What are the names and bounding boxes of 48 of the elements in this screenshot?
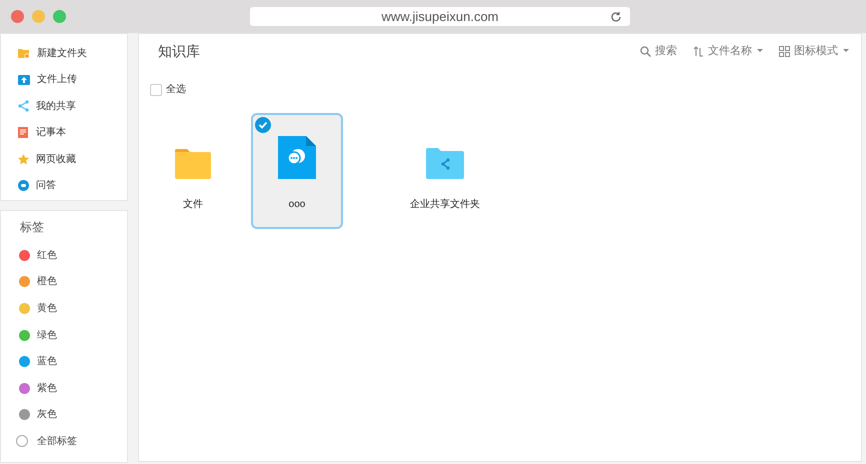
search-button[interactable]: 搜索 xyxy=(640,42,677,60)
url-text: www.jisupeixun.com xyxy=(381,8,499,26)
upload-icon xyxy=(18,74,30,86)
sidebar-item[interactable]: 文件上传 xyxy=(1,66,79,93)
tag-item[interactable]: 橙色 xyxy=(1,268,59,296)
tag-item[interactable]: 紫色 xyxy=(1,374,59,402)
tags-heading: 标签 xyxy=(20,219,44,236)
share-icon xyxy=(18,100,29,112)
folder-plus-icon xyxy=(18,48,30,59)
sort-icon xyxy=(693,46,704,56)
chat-document-icon xyxy=(278,136,316,179)
search-icon xyxy=(640,46,651,56)
shared-folder-icon xyxy=(426,148,464,179)
tag-item[interactable]: 黄色 xyxy=(1,295,59,322)
maximize-button[interactable] xyxy=(53,10,66,23)
sidebar-item[interactable]: 记事本 xyxy=(1,120,68,146)
caret-icon xyxy=(843,49,849,53)
file-name: 企业共享文件夹 xyxy=(410,198,480,212)
file-name: 文件 xyxy=(183,198,203,212)
tag-item[interactable]: 灰色 xyxy=(1,402,59,428)
page-title: 知识库 xyxy=(158,42,200,60)
view-mode-button[interactable]: 图标模式 xyxy=(779,42,849,60)
tag-item[interactable]: 蓝色 xyxy=(1,348,59,375)
minimize-button[interactable] xyxy=(32,10,45,23)
caret-icon xyxy=(757,49,763,53)
grid-icon xyxy=(779,46,790,56)
tag-item[interactable]: 红色 xyxy=(1,242,59,269)
check-badge-icon xyxy=(255,117,271,133)
sidebar-item[interactable]: 网页收藏 xyxy=(1,146,78,172)
file-name: ooo xyxy=(288,198,306,212)
chat-icon xyxy=(18,180,29,192)
address-bar[interactable]: www.jisupeixun.com xyxy=(250,7,630,26)
file-tile[interactable]: 文件 xyxy=(147,113,239,229)
sort-button[interactable]: 文件名称 xyxy=(693,42,763,60)
sidebar-item[interactable]: 新建文件夹 xyxy=(1,40,89,66)
star-icon xyxy=(18,154,29,165)
tag-item[interactable]: 绿色 xyxy=(1,322,59,348)
file-tile[interactable]: ooo xyxy=(251,113,343,229)
select-all-label: 全选 xyxy=(166,82,186,97)
notepad-icon xyxy=(18,127,29,138)
file-tile[interactable]: 企业共享文件夹 xyxy=(399,113,491,229)
sidebar-item[interactable]: 问答 xyxy=(1,172,58,199)
tag-item[interactable]: 全部标签 xyxy=(1,428,79,455)
close-button[interactable] xyxy=(11,10,24,23)
reload-icon xyxy=(610,10,622,22)
checkbox[interactable] xyxy=(150,84,162,96)
folder-icon xyxy=(175,149,211,179)
sidebar-item[interactable]: 我的共享 xyxy=(1,93,78,120)
